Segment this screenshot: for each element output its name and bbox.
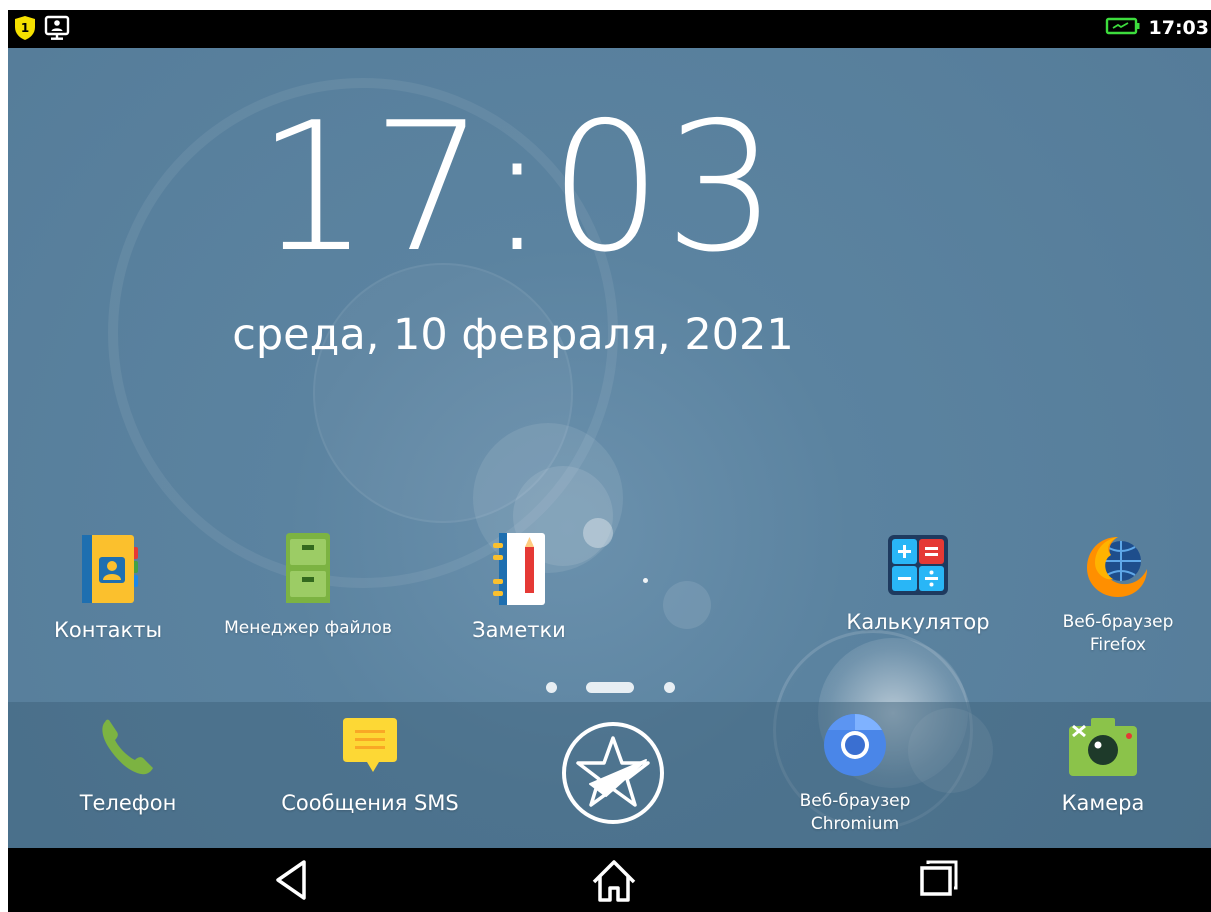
page-dot-active[interactable] <box>586 682 634 693</box>
app-label: Веб-браузер <box>1062 612 1174 632</box>
battery-charging-icon <box>1105 16 1141 40</box>
sms-icon <box>270 716 470 782</box>
app-label: Менеджер файлов <box>224 618 392 638</box>
dock-sms[interactable]: Сообщения SMS <box>270 716 470 816</box>
wallpaper-decoration <box>643 578 648 583</box>
app-label: Сообщения SMS <box>281 791 459 815</box>
contacts-icon <box>23 533 193 609</box>
shield-warning-icon: 1 <box>14 15 36 45</box>
status-bar: 1 17:03 <box>8 10 1211 48</box>
page-dot[interactable] <box>664 682 675 693</box>
back-icon[interactable] <box>270 858 330 902</box>
app-firefox[interactable]: Веб-браузер Firefox <box>1033 533 1203 657</box>
app-label: Chromium <box>810 814 900 834</box>
status-notifications: 1 <box>14 15 70 45</box>
file-manager-icon <box>223 533 393 609</box>
app-label: Firefox <box>1089 635 1147 655</box>
app-calculator[interactable]: Калькулятор <box>833 533 1003 635</box>
android-screen: 1 17:03 17:03 среда, 10 февраля, 2021 Ко… <box>8 10 1211 912</box>
camera-icon <box>1018 716 1188 782</box>
app-file-manager[interactable]: Менеджер файлов <box>223 533 393 640</box>
wallpaper-decoration <box>663 581 711 629</box>
screen-share-icon <box>44 15 70 45</box>
dock-phone[interactable]: Телефон <box>43 716 213 816</box>
dock-camera[interactable]: Камера <box>1018 716 1188 816</box>
app-drawer-star-icon <box>528 720 698 830</box>
app-label: Контакты <box>53 618 163 642</box>
app-label: Веб-браузер <box>799 791 911 811</box>
app-label: Калькулятор <box>846 610 990 634</box>
app-label: Заметки <box>472 618 566 642</box>
status-time: 17:03 <box>1148 17 1209 39</box>
page-dot[interactable] <box>546 682 557 693</box>
app-contacts[interactable]: Контакты <box>23 533 193 643</box>
firefox-icon <box>1033 533 1203 603</box>
notes-icon <box>434 533 604 609</box>
notification-badge: 1 <box>21 21 29 35</box>
lockscreen-date: среда, 10 февраля, 2021 <box>232 310 794 360</box>
calculator-icon <box>833 533 1003 601</box>
lockscreen-clock: 17:03 <box>256 84 780 291</box>
phone-icon <box>43 716 213 782</box>
app-label: Камера <box>1061 791 1145 815</box>
recents-icon[interactable] <box>916 858 976 902</box>
app-label: Телефон <box>79 791 177 815</box>
status-system: 17:03 <box>1105 16 1209 40</box>
home-wallpaper[interactable]: 17:03 среда, 10 февраля, 2021 Контакты М… <box>8 48 1211 848</box>
navigation-bar <box>8 848 1211 912</box>
dock-chromium[interactable]: Веб-браузер Chromium <box>770 712 940 836</box>
dock: Телефон Сообщения SMS Веб-браузер Chromi… <box>8 702 1211 848</box>
chromium-icon <box>770 712 940 782</box>
home-icon[interactable] <box>590 858 650 902</box>
app-notes[interactable]: Заметки <box>434 533 604 643</box>
page-indicator[interactable] <box>546 678 686 694</box>
dock-app-drawer[interactable] <box>528 720 698 830</box>
